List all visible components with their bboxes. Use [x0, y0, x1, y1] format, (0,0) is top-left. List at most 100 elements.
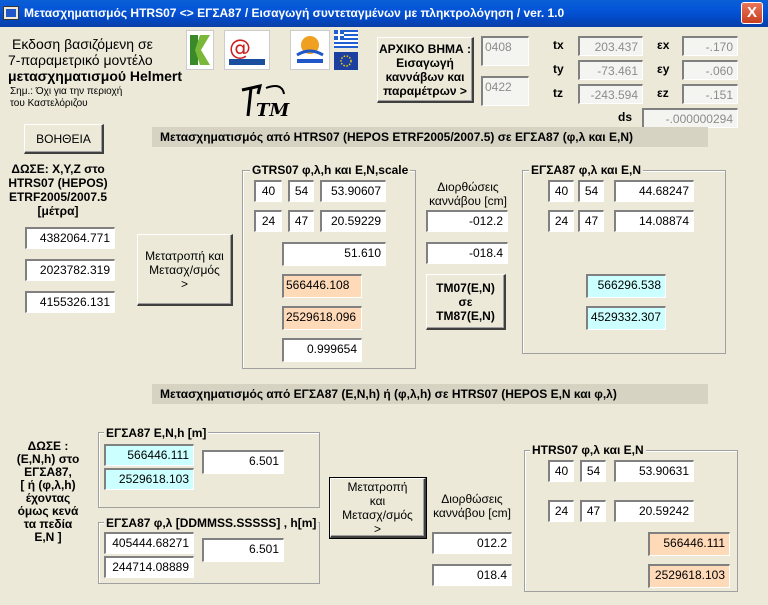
gtrs-scale[interactable]: 0.999654 — [282, 338, 362, 362]
help-button[interactable]: ΒΟΗΘΕΙΑ — [24, 124, 104, 154]
egsa87-lam-dms-input[interactable]: 244714.08889 — [104, 556, 194, 578]
htrs-lam-deg[interactable]: 24 — [548, 500, 574, 522]
grid-id-1[interactable]: 0408 — [481, 36, 529, 66]
corr1-line2: καννάβου [cm] — [429, 194, 507, 208]
tm-line3: TM87(E,N) — [436, 308, 495, 323]
egsa87-h2-input[interactable]: 6.501 — [202, 538, 284, 562]
egsa-e[interactable]: 566296.538 — [586, 274, 666, 298]
convert2-line1: Μετατροπή — [347, 479, 408, 494]
gtrs-phi-deg[interactable]: 40 — [254, 180, 282, 202]
z-input[interactable]: 4155326.131 — [25, 291, 115, 313]
convert1-line3: > — [180, 276, 188, 291]
brand-logo: TM — [238, 80, 292, 122]
corrections2-label: Διορθώσεις καννάβου [cm] — [428, 492, 516, 520]
intro-note-1: Σημ.: Όχι για την περιοχή — [10, 86, 123, 97]
egsa87-enh-group-title: ΕΓΣΑ87 E,N,h [m] — [104, 426, 209, 440]
htrs-phi-deg[interactable]: 40 — [548, 460, 574, 482]
tm-line1: TM07(E,N) — [436, 280, 495, 295]
section2-given-label: ΔΩΣΕ : (E,N,h) στο ΕΓΣΑ87, [ ή (φ,λ,h) έ… — [4, 440, 92, 544]
gtrs-phi-sec[interactable]: 53.90607 — [320, 180, 386, 202]
egsa-phi-sec[interactable]: 44.68247 — [614, 180, 694, 202]
ds-field[interactable]: -.000000294 — [642, 108, 738, 128]
htrs-n[interactable]: 2529618.103 — [648, 564, 730, 588]
svg-text:@: @ — [229, 36, 251, 61]
close-button[interactable]: X — [741, 2, 763, 24]
ez-field[interactable]: -.151 — [682, 84, 738, 104]
brand-text: TM — [256, 100, 290, 121]
htrs07-group-title: HTRS07 φ,λ και E,N — [530, 443, 646, 457]
egsa87-group-title: ΕΓΣΑ87 φ,λ και E,N — [529, 163, 644, 177]
tx-label: tx — [553, 38, 564, 52]
egsa-lam-min[interactable]: 47 — [578, 210, 604, 232]
intro-line-2: 7-παραμετρικό μοντέλο — [8, 52, 153, 68]
ds-label: ds — [618, 110, 633, 124]
intro-line-1: Εκδοση βασιζόμενη σε — [12, 36, 153, 52]
ty-field[interactable]: -73.461 — [578, 60, 643, 80]
htrs-phi-sec[interactable]: 53.90631 — [614, 460, 694, 482]
htrs-lam-sec[interactable]: 20.59242 — [614, 500, 694, 522]
egsa87-dms-group-title: ΕΓΣΑ87 φ,λ [DDMMSS.SSSSS] , h[m] — [104, 516, 319, 530]
ty-label: ty — [553, 62, 564, 76]
egsa-n[interactable]: 4529332.307 — [586, 306, 666, 330]
tm-line2: σε — [458, 294, 473, 309]
window-title: Μετασχηματισμός HTRS07 <> ΕΓΣΑ87 / Εισαγ… — [24, 6, 565, 20]
initial-step-line4: παραμέτρων > — [383, 83, 467, 98]
section2-banner: Μετασχηματισμός από ΕΓΣΑ87 (E,N,h) ή (φ,… — [152, 384, 708, 404]
correction-n-2[interactable]: 018.4 — [432, 564, 512, 586]
gtrs-h[interactable]: 51.610 — [282, 242, 386, 266]
htrs-phi-min[interactable]: 54 — [580, 460, 606, 482]
egsa-phi-deg[interactable]: 40 — [548, 180, 574, 202]
gtrs-lam-deg[interactable]: 24 — [254, 210, 282, 232]
egsa87-n-input[interactable]: 2529618.103 — [104, 468, 194, 490]
egsa-lam-sec[interactable]: 14.08874 — [614, 210, 694, 232]
gtrs-n[interactable]: 2529618.096 — [282, 306, 362, 330]
tz-label: tz — [553, 86, 563, 100]
corrections1-label: Διορθώσεις καννάβου [cm] — [422, 180, 514, 208]
app-icon — [3, 6, 19, 20]
tm07-to-tm87-button[interactable]: TM07(E,N) σε TM87(E,N) — [426, 274, 506, 330]
grid-id-2[interactable]: 0422 — [481, 76, 529, 106]
initial-step-button[interactable]: ΑΡΧΙΚΟ ΒΗΜΑ : Εισαγωγή καννάβων και παρα… — [377, 37, 474, 103]
htrs-lam-min[interactable]: 47 — [580, 500, 606, 522]
ex-label: εx — [657, 38, 670, 52]
ey-label: εy — [657, 62, 670, 76]
egsa-lam-deg[interactable]: 24 — [548, 210, 574, 232]
x-input[interactable]: 4382064.771 — [25, 227, 115, 249]
given1-line4: [μέτρα] — [37, 204, 79, 218]
given1-line3: ETRF2005/2007.5 — [8, 190, 108, 204]
htrs-e[interactable]: 566446.111 — [648, 532, 730, 556]
gtrs-lam-min[interactable]: 47 — [288, 210, 314, 232]
given2-line8: E,N ] — [34, 530, 62, 544]
corr2-line2: καννάβου [cm] — [433, 506, 511, 520]
title-bar: Μετασχηματισμός HTRS07 <> ΕΓΣΑ87 / Εισαγ… — [0, 0, 768, 27]
ey-field[interactable]: -.060 — [682, 60, 738, 80]
ex-field[interactable]: -.170 — [682, 36, 738, 56]
greek-flag-icon — [334, 30, 358, 48]
convert-transform-button-2[interactable]: Μετατροπή και Μετασχ/σμός > — [329, 477, 427, 539]
gtrs-lam-sec[interactable]: 20.59229 — [320, 210, 386, 232]
gtrs-phi-min[interactable]: 54 — [288, 180, 314, 202]
information-society-logo — [290, 30, 330, 70]
correction-e-1[interactable]: -012.2 — [426, 210, 508, 232]
egsa-phi-min[interactable]: 54 — [578, 180, 604, 202]
egsa87-h-input[interactable]: 6.501 — [202, 450, 284, 474]
egsa87-phi-dms-input[interactable]: 405444.68271 — [104, 532, 194, 554]
intro-note: Σημ.: Όχι για την περιοχή του Καστελόριζ… — [10, 86, 122, 110]
egsa87-e-input[interactable]: 566446.111 — [104, 444, 194, 466]
y-input[interactable]: 2023782.319 — [25, 259, 115, 281]
tz-field[interactable]: -243.594 — [578, 84, 643, 104]
intro-note-2: του Καστελόριζου — [10, 98, 88, 109]
convert2-line2: και — [369, 493, 386, 508]
initial-step-line1: ΑΡΧΙΚΟ ΒΗΜΑ : — [378, 41, 472, 56]
convert1-line2: Μετασχ/σμός — [149, 262, 220, 277]
section1-given-label: ΔΩΣΕ: X,Y,Z στο HTRS07 (HEPOS) ETRF2005/… — [8, 162, 108, 218]
tx-field[interactable]: 203.437 — [578, 36, 643, 56]
gtrs07-group-title: GTRS07 φ,λ,h και E,N,scale — [250, 163, 411, 177]
correction-e-2[interactable]: 012.2 — [432, 532, 512, 554]
section1-banner: Μετασχηματισμός από HTRS07 (HEPOS ETRF20… — [152, 127, 708, 147]
ministry-logo — [186, 30, 214, 70]
ez-label: εz — [657, 86, 669, 100]
gtrs-e[interactable]: 566446.108 — [282, 274, 362, 298]
convert-transform-button[interactable]: Μετατροπή και Μετασχ/σμός > — [137, 234, 233, 306]
correction-n-1[interactable]: -018.4 — [426, 242, 508, 264]
